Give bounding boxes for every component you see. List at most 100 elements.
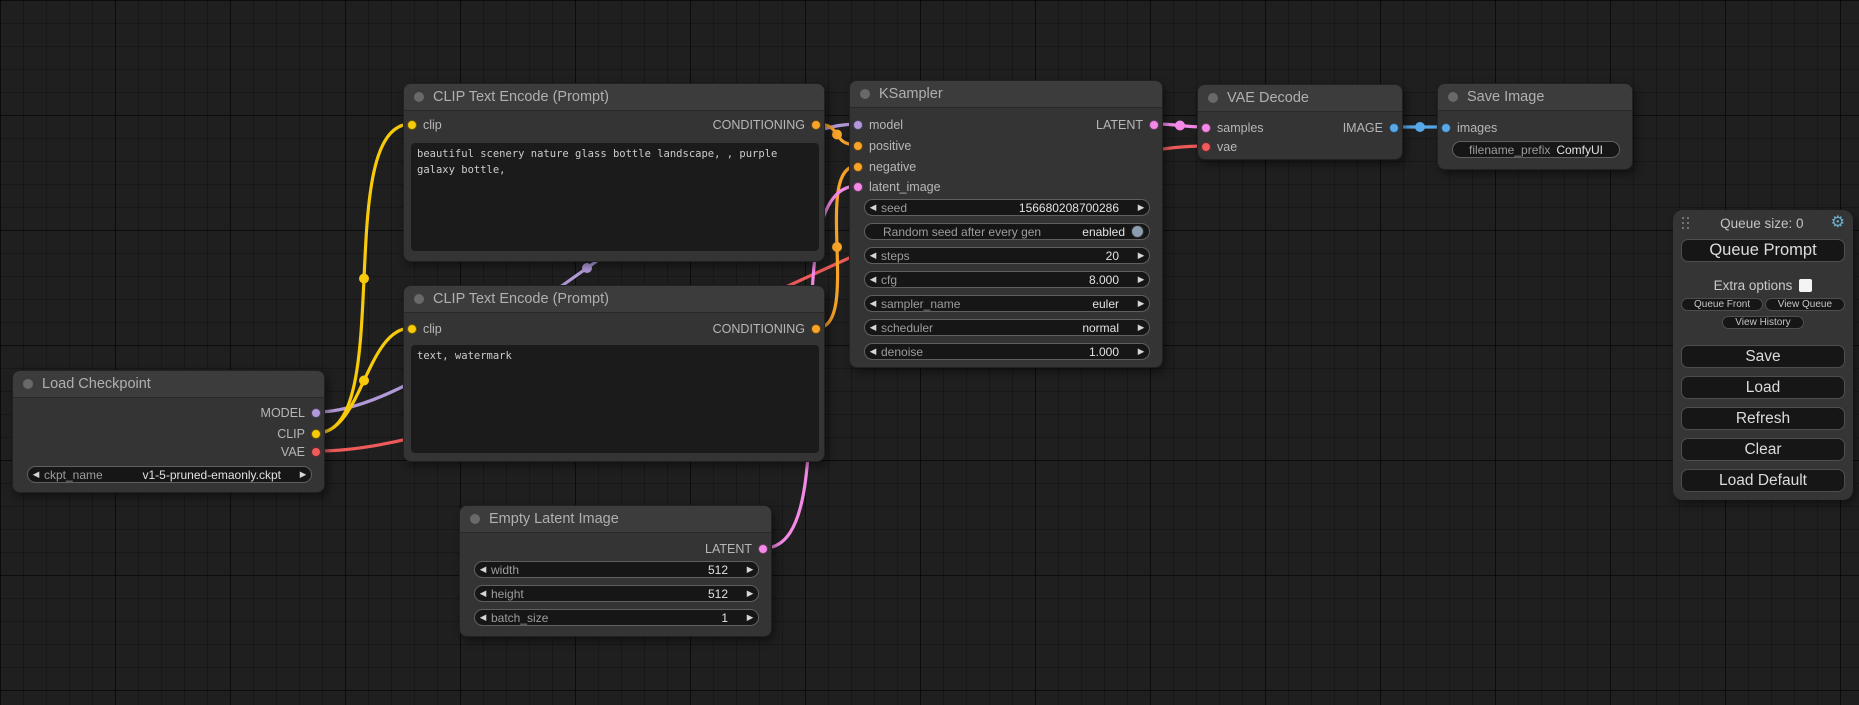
widget-decrement-arrow-icon[interactable]: ◀ xyxy=(865,275,881,284)
clear-button[interactable]: Clear xyxy=(1681,438,1845,461)
collapse-dot-icon[interactable] xyxy=(414,294,424,304)
input-slot-samples: samples xyxy=(1201,119,1264,137)
input-slot-positive: positive xyxy=(853,137,911,155)
node-title-bar[interactable]: Save Image xyxy=(1438,84,1632,111)
widget-increment-arrow-icon[interactable]: ▶ xyxy=(1133,203,1149,212)
collapse-dot-icon[interactable] xyxy=(1208,93,1218,103)
prompt-textarea[interactable]: beautiful scenery nature glass bottle la… xyxy=(411,143,819,251)
collapse-dot-icon[interactable] xyxy=(470,514,480,524)
input-slot-label: clip xyxy=(423,118,442,132)
widget-increment-arrow-icon[interactable]: ▶ xyxy=(1133,299,1149,308)
node-clip-text-encode-negative[interactable]: CLIP Text Encode (Prompt)clipCONDITIONIN… xyxy=(403,285,825,462)
input-slot-latent_image-dot[interactable] xyxy=(853,182,863,192)
node-title-bar[interactable]: Load Checkpoint xyxy=(13,371,324,398)
widget-seed[interactable]: ◀seed156680208700286▶ xyxy=(864,199,1150,216)
widget-scheduler[interactable]: ◀schedulernormal▶ xyxy=(864,319,1150,336)
collapse-dot-icon[interactable] xyxy=(860,89,870,99)
input-slot-clip-dot[interactable] xyxy=(407,120,417,130)
collapse-dot-icon[interactable] xyxy=(23,379,33,389)
widget-increment-arrow-icon[interactable]: ▶ xyxy=(1133,275,1149,284)
widget-steps[interactable]: ◀steps20▶ xyxy=(864,247,1150,264)
widget-sampler-name[interactable]: ◀sampler_nameeuler▶ xyxy=(864,295,1150,312)
widget-decrement-arrow-icon[interactable]: ◀ xyxy=(475,613,491,622)
input-slot-clip-dot[interactable] xyxy=(407,324,417,334)
refresh-button[interactable]: Refresh xyxy=(1681,407,1845,430)
widget-batch-size[interactable]: ◀batch_size1▶ xyxy=(474,609,759,626)
input-slot-model-dot[interactable] xyxy=(853,120,863,130)
widget-decrement-arrow-icon[interactable]: ◀ xyxy=(865,323,881,332)
gear-icon[interactable]: ⚙ xyxy=(1831,215,1845,231)
node-ksampler[interactable]: KSamplermodelpositivenegativelatent_imag… xyxy=(849,80,1163,368)
graph-canvas[interactable]: Queue size: 0 ⚙ Queue Prompt Extra optio… xyxy=(0,0,1859,705)
widget-increment-arrow-icon[interactable]: ▶ xyxy=(1133,251,1149,260)
input-slot-clip: clip xyxy=(407,116,442,134)
widget-increment-arrow-icon[interactable]: ▶ xyxy=(295,470,311,479)
widget-increment-arrow-icon[interactable]: ▶ xyxy=(742,613,758,622)
toggle-knob-icon[interactable] xyxy=(1131,225,1144,238)
widget-increment-arrow-icon[interactable]: ▶ xyxy=(1133,323,1149,332)
widget-decrement-arrow-icon[interactable]: ◀ xyxy=(865,203,881,212)
node-vae-decode[interactable]: VAE DecodesamplesvaeIMAGE xyxy=(1197,84,1403,160)
node-clip-text-encode-positive[interactable]: CLIP Text Encode (Prompt) clip CONDITIONIN… xyxy=(403,83,825,262)
widget-increment-arrow-icon[interactable]: ▶ xyxy=(1133,347,1149,356)
widget-decrement-arrow-icon[interactable]: ◀ xyxy=(475,589,491,598)
load-button[interactable]: Load xyxy=(1681,376,1845,399)
input-slot-model: model xyxy=(853,116,903,134)
extra-options-checkbox[interactable] xyxy=(1799,279,1812,292)
widget-decrement-arrow-icon[interactable]: ◀ xyxy=(865,347,881,356)
collapse-dot-icon[interactable] xyxy=(1448,92,1458,102)
input-slot-samples-dot[interactable] xyxy=(1201,123,1211,133)
widget-cfg[interactable]: ◀cfg8.000▶ xyxy=(864,271,1150,288)
widget-random-seed-after-every-gen[interactable]: Random seed after every genenabled xyxy=(864,223,1150,240)
output-slot-latent-dot[interactable] xyxy=(1149,120,1159,130)
widget-decrement-arrow-icon[interactable]: ◀ xyxy=(865,299,881,308)
output-slot-conditioning-dot[interactable] xyxy=(811,120,821,130)
input-slot-positive-dot[interactable] xyxy=(853,141,863,151)
widget-value: 512 xyxy=(524,587,742,601)
node-title-text: KSampler xyxy=(879,86,943,102)
output-slot-model-dot[interactable] xyxy=(311,408,321,418)
widget-denoise[interactable]: ◀denoise1.000▶ xyxy=(864,343,1150,360)
queue-prompt-button[interactable]: Queue Prompt xyxy=(1681,239,1845,262)
widget-name: batch_size xyxy=(491,611,548,625)
output-slot-latent-dot[interactable] xyxy=(758,544,768,554)
view-history-button[interactable]: View History xyxy=(1722,316,1803,329)
node-load-checkpoint[interactable]: Load CheckpointMODELCLIPVAE◀ckpt_namev1-… xyxy=(12,370,325,493)
node-title-bar[interactable]: VAE Decode xyxy=(1198,85,1402,112)
output-slot-vae-dot[interactable] xyxy=(311,447,321,457)
widget-value: 512 xyxy=(519,563,742,577)
widget-decrement-arrow-icon[interactable]: ◀ xyxy=(475,565,491,574)
drag-handle-icon[interactable] xyxy=(1681,216,1693,230)
load-default-button[interactable]: Load Default xyxy=(1681,469,1845,492)
node-title-bar[interactable]: CLIP Text Encode (Prompt) xyxy=(404,286,824,313)
widget-filename-prefix[interactable]: filename_prefixComfyUI xyxy=(1452,141,1620,158)
output-slot-vae: VAE xyxy=(281,443,321,461)
input-slot-images-dot[interactable] xyxy=(1441,123,1451,133)
output-slot-label: CONDITIONING xyxy=(713,118,805,132)
output-slot-image-dot[interactable] xyxy=(1389,123,1399,133)
widget-height[interactable]: ◀height512▶ xyxy=(474,585,759,602)
input-slot-label: model xyxy=(869,118,903,132)
save-button[interactable]: Save xyxy=(1681,345,1845,368)
output-slot-conditioning-dot[interactable] xyxy=(811,324,821,334)
node-title-bar[interactable]: KSampler xyxy=(850,81,1162,108)
output-slot-clip-dot[interactable] xyxy=(311,429,321,439)
input-slot-negative-dot[interactable] xyxy=(853,162,863,172)
widget-decrement-arrow-icon[interactable]: ◀ xyxy=(28,470,44,479)
widget-decrement-arrow-icon[interactable]: ◀ xyxy=(865,251,881,260)
link-midpoint-dot xyxy=(832,130,842,140)
node-empty-latent-image[interactable]: Empty Latent ImageLATENT◀width512▶◀heigh… xyxy=(459,505,772,637)
node-save-image[interactable]: Save Imageimagesfilename_prefixComfyUI xyxy=(1437,83,1633,170)
input-slot-vae-dot[interactable] xyxy=(1201,142,1211,152)
node-title-bar[interactable]: CLIP Text Encode (Prompt) xyxy=(404,84,824,111)
widget-increment-arrow-icon[interactable]: ▶ xyxy=(742,589,758,598)
widget-width[interactable]: ◀width512▶ xyxy=(474,561,759,578)
collapse-dot-icon[interactable] xyxy=(414,92,424,102)
widget-increment-arrow-icon[interactable]: ▶ xyxy=(742,565,758,574)
output-slot-model: MODEL xyxy=(261,404,321,422)
prompt-textarea[interactable]: text, watermark xyxy=(411,345,819,453)
queue-front-button[interactable]: Queue Front xyxy=(1681,298,1763,311)
node-title-bar[interactable]: Empty Latent Image xyxy=(460,506,771,533)
widget-ckpt-name[interactable]: ◀ckpt_namev1-5-pruned-emaonly.ckpt▶ xyxy=(27,466,312,483)
view-queue-button[interactable]: View Queue xyxy=(1765,298,1845,311)
